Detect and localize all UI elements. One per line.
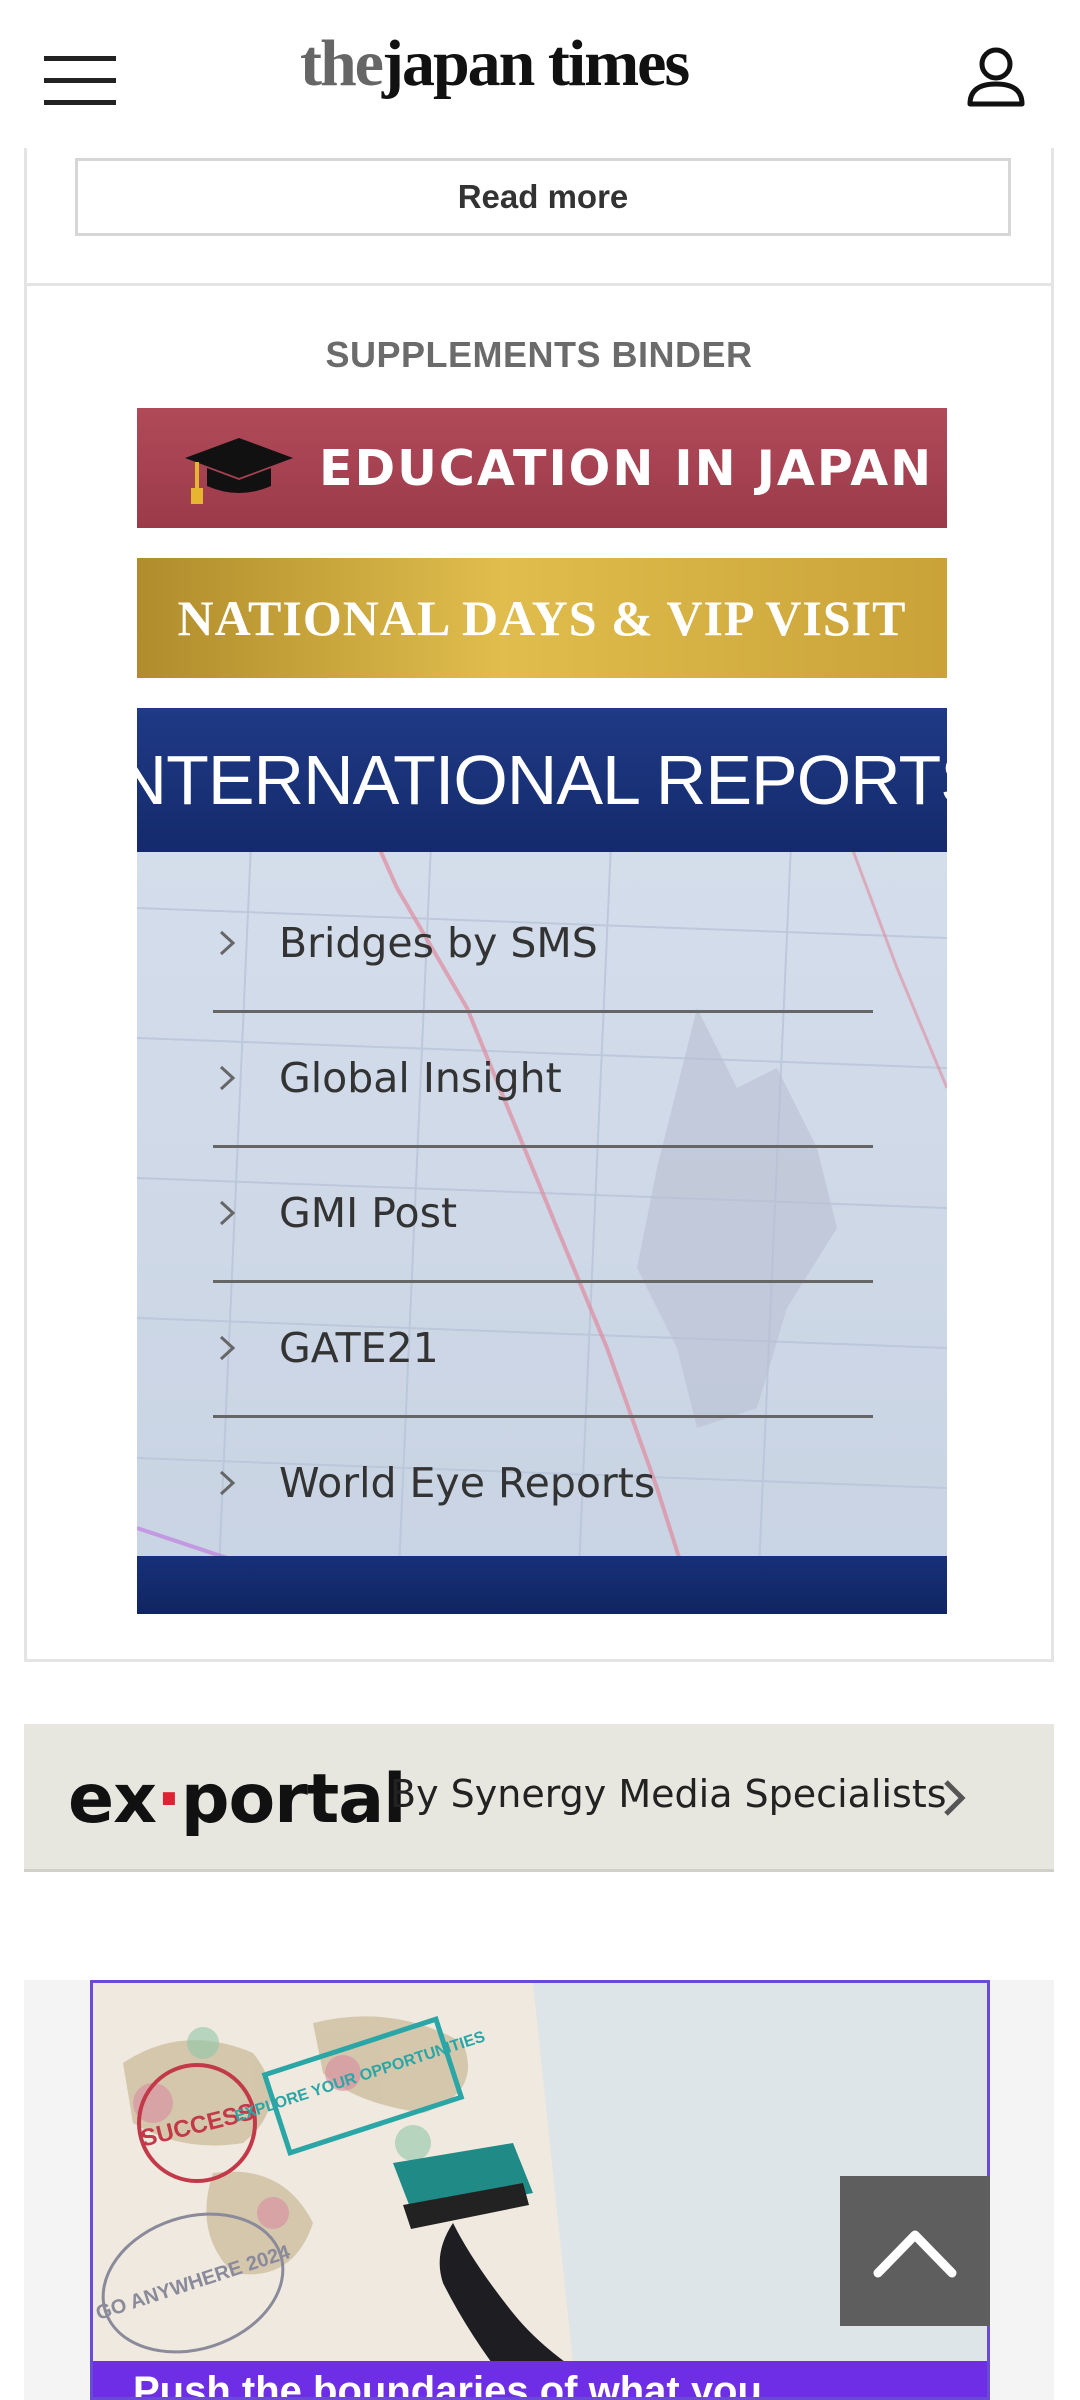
- graduation-cap-icon: [185, 438, 293, 504]
- article-box: Read more: [24, 148, 1054, 286]
- logo-the: the: [300, 27, 384, 100]
- report-item-global-insight[interactable]: Global Insight: [213, 1011, 873, 1148]
- back-to-top-button[interactable]: [840, 2176, 990, 2326]
- exportal-logo-part: portal: [180, 1760, 407, 1839]
- report-item-bridges-by-sms[interactable]: Bridges by SMS: [213, 876, 873, 1013]
- chevron-right-icon: [219, 1200, 236, 1226]
- ad-headline: Push the boundaries of what you: [93, 2361, 987, 2397]
- national-days-banner[interactable]: NATIONAL DAYS & VIP VISIT: [137, 558, 947, 678]
- supplements-binder-title: SUPPLEMENTS BINDER: [325, 334, 753, 375]
- report-item-gmi-post[interactable]: GMI Post: [213, 1146, 873, 1283]
- report-item-gate21[interactable]: GATE21: [213, 1281, 873, 1418]
- education-banner-text: EDUCATION IN JAPAN: [319, 439, 934, 497]
- national-days-banner-text: NATIONAL DAYS & VIP VISIT: [177, 590, 907, 646]
- chevron-right-icon: [219, 1065, 236, 1091]
- report-item-label: GMI Post: [279, 1189, 458, 1237]
- chevron-right-icon: [219, 1470, 236, 1496]
- education-in-japan-banner[interactable]: EDUCATION IN JAPAN: [137, 408, 947, 528]
- chevron-right-icon: [944, 1780, 966, 1816]
- user-account-icon[interactable]: [966, 46, 1026, 108]
- site-header: thejapan times: [0, 0, 1054, 148]
- international-reports-heading: INTERNATIONAL REPORTS: [137, 708, 947, 852]
- exportal-banner[interactable]: ex·portal By Synergy Media Specialists: [24, 1724, 1054, 1872]
- exportal-logo: ex·portal: [68, 1760, 407, 1839]
- report-item-label: GATE21: [279, 1324, 439, 1372]
- read-more-button[interactable]: Read more: [75, 158, 1011, 236]
- chevron-right-icon: [219, 1335, 236, 1361]
- international-reports-footer: [137, 1556, 947, 1614]
- site-logo[interactable]: thejapan times: [300, 26, 770, 106]
- exportal-logo-part: ex: [68, 1760, 157, 1839]
- report-item-label: World Eye Reports: [279, 1459, 656, 1507]
- chevron-right-icon: [219, 930, 236, 956]
- logo-japan-times: japan times: [381, 27, 690, 100]
- supplements-binder: SUPPLEMENTS BINDER EDUCATION IN JAPAN NA…: [24, 286, 1054, 1662]
- report-item-label: Bridges by SMS: [279, 919, 598, 967]
- hamburger-menu-icon[interactable]: [44, 56, 116, 106]
- international-reports-panel: INTERNATIONAL REPORTS Bridges by SMS Glo…: [137, 708, 947, 1614]
- exportal-tagline: By Synergy Media Specialists: [390, 1772, 947, 1816]
- chevron-up-icon: [873, 2230, 957, 2278]
- report-item-label: Global Insight: [279, 1054, 562, 1102]
- report-item-world-eye-reports[interactable]: World Eye Reports: [213, 1416, 873, 1550]
- exportal-logo-dot: ·: [155, 1760, 182, 1839]
- page-edge: [1054, 0, 1080, 2400]
